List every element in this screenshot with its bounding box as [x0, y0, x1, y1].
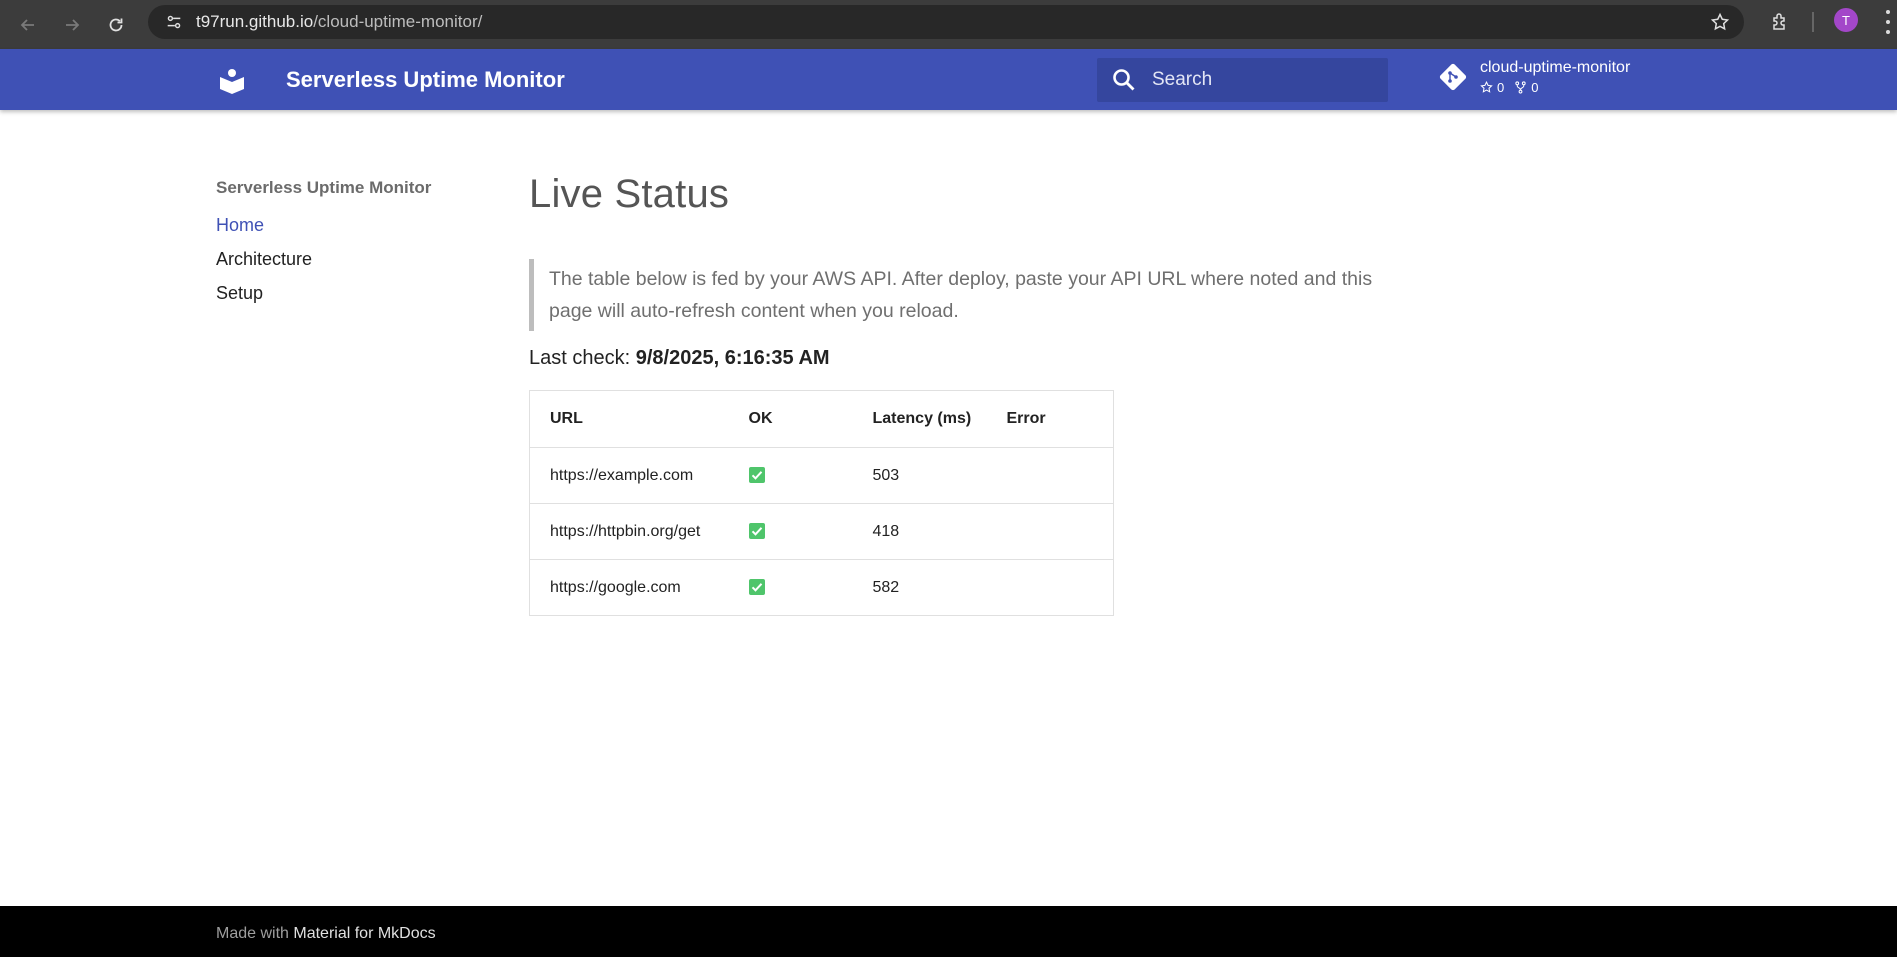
bookmark-star-icon[interactable]: [1710, 12, 1730, 32]
url-path: /cloud-uptime-monitor/: [313, 12, 483, 31]
repo-stars: 0: [1480, 80, 1504, 95]
reload-button[interactable]: [94, 5, 138, 45]
last-check-value: 9/8/2025, 6:16:35 AM: [635, 347, 830, 369]
fork-icon: [1515, 81, 1526, 94]
row-error: [986, 447, 1114, 504]
stars-count: 0: [1497, 80, 1505, 95]
sidebar-item-architecture[interactable]: Architecture: [216, 242, 476, 276]
main-content: Live Status The table below is fed by yo…: [529, 172, 1399, 616]
check-icon: [748, 579, 765, 596]
address-bar[interactable]: t97run.github.io/cloud-uptime-monitor/: [148, 5, 1744, 39]
sidebar-item-setup[interactable]: Setup: [216, 276, 476, 310]
status-table: URL OK Latency (ms) Error https://exampl…: [529, 390, 1114, 616]
row-url: https://httpbin.org/get: [529, 503, 729, 560]
footer-prefix: Made with: [216, 925, 289, 942]
row-latency: 418: [852, 503, 987, 560]
search-icon: [1113, 69, 1135, 91]
footer-link[interactable]: Material for MkDocs: [293, 925, 435, 942]
row-latency: 582: [852, 559, 987, 616]
row-ok: [728, 503, 853, 560]
site-title[interactable]: Serverless Uptime Monitor: [286, 67, 565, 93]
check-icon: [748, 523, 765, 540]
search-box[interactable]: [1097, 58, 1388, 102]
table-header-row: URL OK Latency (ms) Error: [529, 390, 1114, 448]
toolbar-divider: [1812, 12, 1814, 32]
sidebar-title: Serverless Uptime Monitor: [216, 178, 432, 197]
row-ok: [728, 447, 853, 504]
row-latency: 503: [852, 447, 987, 504]
profile-avatar[interactable]: T: [1834, 8, 1858, 32]
book-logo-icon[interactable]: [218, 66, 246, 94]
back-button[interactable]: [6, 5, 50, 45]
column-header-url: URL: [529, 390, 729, 448]
star-icon: [1480, 81, 1493, 93]
table-row: https://httpbin.org/get 418: [529, 503, 1114, 560]
reload-icon: [109, 18, 123, 31]
puzzle-icon: [1773, 13, 1785, 30]
repo-name: cloud-uptime-monitor: [1480, 59, 1631, 76]
row-ok: [728, 559, 853, 616]
column-header-latency: Latency (ms): [852, 390, 987, 448]
table-row: https://example.com 503: [529, 447, 1114, 504]
last-check-label: Last check:: [529, 347, 631, 369]
browser-toolbar: t97run.github.io/cloud-uptime-monitor/ T: [0, 0, 1897, 49]
forward-arrow-icon: [66, 18, 80, 31]
browser-menu-icon[interactable]: [1884, 10, 1892, 34]
search-input[interactable]: [1152, 69, 1372, 91]
sidebar-item-home[interactable]: Home: [216, 208, 476, 242]
row-url: https://example.com: [529, 447, 729, 504]
url-text[interactable]: t97run.github.io/cloud-uptime-monitor/: [196, 12, 482, 32]
forks-count: 0: [1531, 80, 1539, 95]
page-title: Live Status: [529, 172, 730, 216]
footer-credit: Made with Material for MkDocs: [216, 925, 436, 943]
extensions-button[interactable]: [1766, 8, 1794, 36]
site-info-icon[interactable]: [154, 5, 194, 39]
url-host: t97run.github.io: [196, 12, 314, 31]
back-arrow-icon: [20, 18, 34, 31]
info-note: The table below is fed by your AWS API. …: [529, 259, 1389, 331]
repo-link[interactable]: cloud-uptime-monitor 0 0: [1438, 59, 1630, 95]
check-icon: [748, 467, 765, 484]
row-error: [986, 559, 1114, 616]
last-check: Last check: 9/8/2025, 6:16:35 AM: [529, 347, 1399, 370]
column-header-error: Error: [986, 390, 1114, 448]
row-url: https://google.com: [529, 559, 729, 616]
site-footer: Made with Material for MkDocs: [0, 906, 1897, 957]
sidebar-nav: Serverless Uptime Monitor Home Architect…: [216, 178, 476, 310]
site-header: Serverless Uptime Monitor cloud-uptime-m…: [0, 49, 1897, 110]
table-row: https://google.com 582: [529, 559, 1114, 616]
row-error: [986, 503, 1114, 560]
repo-forks: 0: [1514, 80, 1538, 95]
git-icon: [1439, 63, 1467, 91]
forward-button[interactable]: [50, 5, 94, 45]
column-header-ok: OK: [728, 390, 853, 448]
